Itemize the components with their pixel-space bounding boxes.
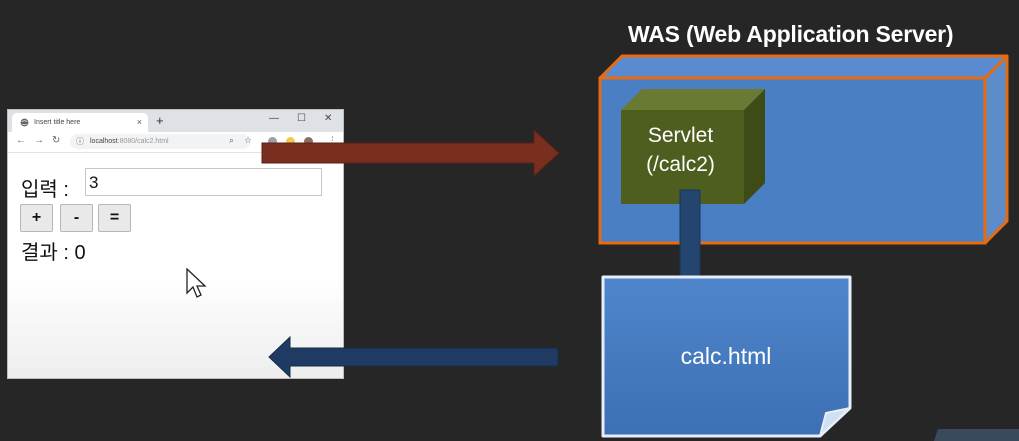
html-document-label: calc.html [680, 343, 772, 369]
diagram-canvas [261, 54, 1019, 441]
servlet-mapping: (/calc2) [646, 153, 715, 176]
partial-object [934, 429, 1019, 441]
servlet-label: Servlet (/calc2) [621, 121, 740, 179]
servlet-name: Servlet [647, 124, 714, 147]
response-arrow [268, 335, 559, 379]
request-arrow [261, 128, 560, 178]
